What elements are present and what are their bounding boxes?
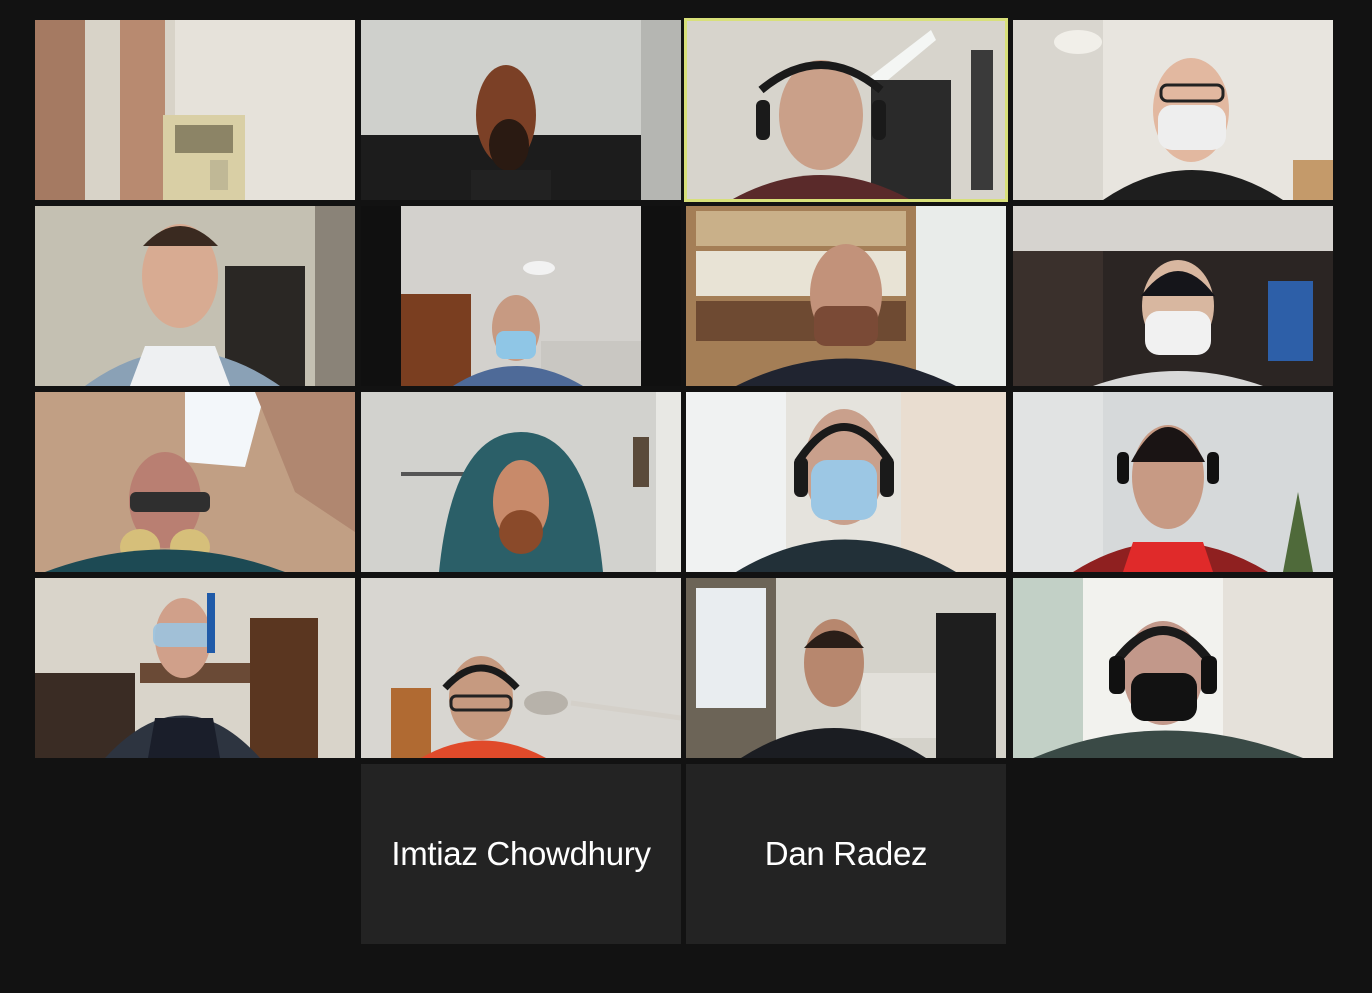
participant-video	[35, 578, 355, 758]
participant-video	[686, 392, 1006, 572]
participant-video	[1013, 206, 1333, 386]
participant-video	[361, 20, 681, 200]
participant-name-tile[interactable]: Imtiaz Chowdhury	[361, 764, 681, 944]
participant-video	[1013, 392, 1333, 572]
participant-video	[361, 392, 681, 572]
participant-video-tile[interactable]	[1013, 578, 1333, 758]
participant-video	[686, 206, 1006, 386]
participant-video	[35, 392, 355, 572]
participant-video-tile[interactable]	[35, 578, 355, 758]
participant-video	[686, 20, 1006, 200]
participant-video	[1013, 578, 1333, 758]
participant-video-tile[interactable]	[1013, 392, 1333, 572]
participant-video-tile[interactable]	[35, 20, 355, 200]
participant-name: Imtiaz Chowdhury	[391, 835, 651, 872]
participant-name-tile[interactable]: Dan Radez	[686, 764, 1006, 944]
participant-video-tile[interactable]	[686, 206, 1006, 386]
participant-video-tile[interactable]	[1013, 206, 1333, 386]
participant-name: Dan Radez	[764, 835, 928, 872]
participant-video-tile[interactable]	[361, 20, 681, 200]
participant-video-tile[interactable]	[35, 392, 355, 572]
participant-video-tile[interactable]	[686, 392, 1006, 572]
gallery-view: Imtiaz Chowdhury Dan Radez	[0, 0, 1372, 993]
participant-video	[686, 578, 1006, 758]
participant-video	[35, 20, 355, 200]
participant-video-tile[interactable]	[1013, 20, 1333, 200]
participant-video	[361, 578, 681, 758]
participant-video-tile[interactable]	[686, 578, 1006, 758]
participant-video	[35, 206, 355, 386]
participant-video-tile-active[interactable]	[684, 18, 1008, 202]
participant-video-tile[interactable]	[361, 392, 681, 572]
participant-video	[1013, 20, 1333, 200]
participant-video-tile[interactable]	[35, 206, 355, 386]
participant-video	[361, 206, 681, 386]
participant-video-tile[interactable]	[361, 206, 681, 386]
participant-video-tile[interactable]	[361, 578, 681, 758]
